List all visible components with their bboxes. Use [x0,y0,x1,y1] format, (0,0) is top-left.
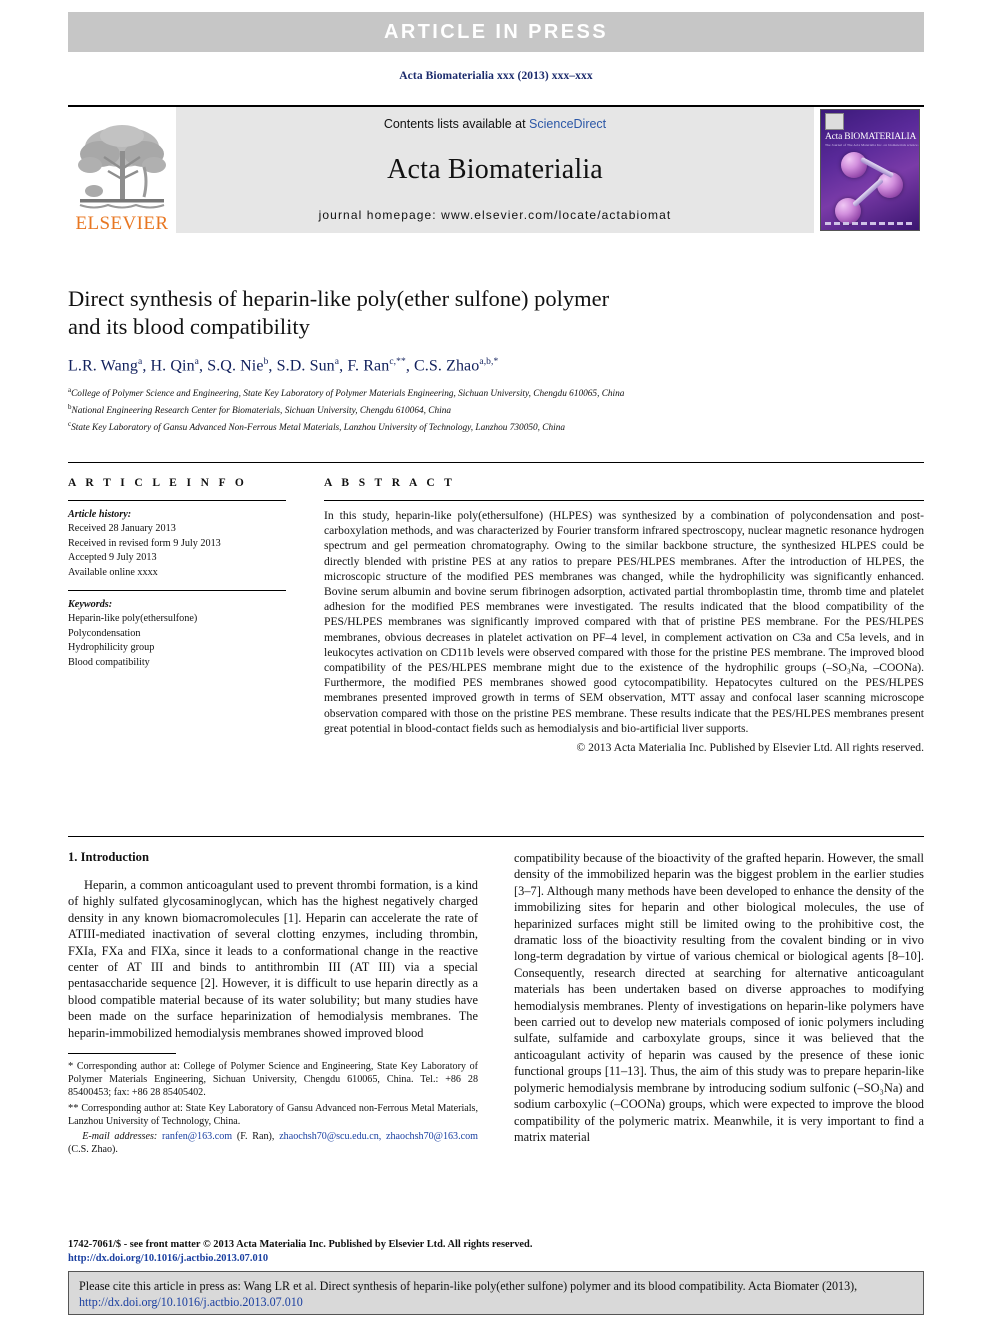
article-history-item: Received 28 January 2013 [68,523,176,535]
email-owner-1: (F. Ran), [236,1131,275,1143]
email-label: E-mail addresses: [82,1131,158,1143]
email-owner-3: (C.S. Zhao). [68,1144,118,1156]
abstract-divider [324,500,924,501]
body-column-left: 1. Introduction Heparin, a common antico… [68,850,478,1240]
keyword-item: Polycondensation [68,627,141,639]
article-history-item: Received in revised form 9 July 2013 [68,537,221,549]
author-affil-marker: a,b,* [479,357,499,367]
sciencedirect-link[interactable]: ScienceDirect [529,117,606,131]
page-title: Direct synthesis of heparin-like poly(et… [68,285,924,341]
article-info-column: A R T I C L E I N F O Article history: R… [68,477,308,755]
affiliation-text: National Engineering Research Center for… [71,406,452,417]
journal-homepage-line[interactable]: journal homepage: www.elsevier.com/locat… [319,208,672,222]
doi-link[interactable]: http://dx.doi.org/10.1016/j.actbio.2013.… [68,1252,924,1266]
cover-sphere-1 [841,152,867,178]
abstract-copyright: © 2013 Acta Materialia Inc. Published by… [576,741,924,755]
affiliation-item: aCollege of Polymer Science and Engineer… [68,384,924,401]
elsevier-logo: ELSEVIER [68,107,176,233]
introduction-heading: 1. Introduction [68,850,149,864]
email-footnote: E-mail addresses: ranfen@163.com (F. Ran… [68,1130,478,1156]
affiliation-list: aCollege of Polymer Science and Engineer… [68,384,924,434]
keyword-item: Blood compatibility [68,656,150,668]
author-sep: , [268,357,277,375]
article-info-heading: A R T I C L E I N F O [68,477,248,489]
introduction-paragraph-right: compatibility because of the bioactivity… [514,851,924,1144]
info-abstract-region: A R T I C L E I N F O Article history: R… [68,462,924,755]
affiliation-text: State Key Laboratory of Gansu Advanced N… [71,422,566,433]
article-history-item: Accepted 9 July 2013 [68,552,157,564]
cover-header: Acta BIOMATERIALIA The Journal of The Ac… [825,113,919,147]
citation-prefix: Please cite this article in press as: Wa… [79,1279,858,1293]
email-address-3[interactable]: zhaochsh70@163.com [386,1131,478,1142]
author-sep: , [142,357,151,375]
paper-title-line-1: Direct synthesis of heparin-like poly(et… [68,286,610,311]
keyword-item: Heparin-like poly(ethersulfone) [68,613,198,625]
citation-notice-text: Please cite this article in press as: Wa… [79,1278,913,1310]
keyword-item: Hydrophilicity group [68,642,155,654]
author-sep: , [199,357,208,375]
author-affil-marker: c,** [389,357,406,367]
abstract-column: A B S T R A C T In this study, heparin-l… [308,477,924,755]
corresponding-author-footnote-2: ** Corresponding author at: State Key La… [68,1102,478,1128]
affiliation-item: bNational Engineering Research Center fo… [68,401,924,418]
cover-elsevier-badge [825,113,844,130]
journal-cover-thumbnail: Acta BIOMATERIALIA The Journal of The Ac… [820,109,920,231]
abstract-heading: A B S T R A C T [324,477,456,489]
citation-doi-link[interactable]: http://dx.doi.org/10.1016/j.actbio.2013.… [79,1295,303,1309]
author-name: H. Qin [150,357,195,375]
issn-copyright-line: 1742-7061/$ - see front matter © 2013 Ac… [68,1239,533,1250]
author-name: L.R. Wang [68,357,138,375]
contents-available-line: Contents lists available at ScienceDirec… [384,117,606,131]
author-sep: , [405,357,415,375]
affiliation-item: cState Key Laboratory of Gansu Advanced … [68,418,924,435]
footnote-marker-2: ** [68,1102,79,1114]
email-address-2[interactable]: zhaochsh70@scu.edu.cn, [279,1131,381,1142]
corresponding-author-footnote-1: * Corresponding author at: College of Po… [68,1060,478,1100]
elsevier-tree-icon [78,125,166,209]
article-info-divider [68,500,286,501]
article-history-item: Available online xxxx [68,566,158,578]
footnote-text-2: Corresponding author at: State Key Labor… [68,1102,478,1127]
keywords-label: Keywords: [68,599,113,611]
title-block: Direct synthesis of heparin-like poly(et… [68,285,924,434]
author-name: S.Q. Nie [207,357,264,375]
author-list: L.R. Wanga, H. Qina, S.Q. Nieb, S.D. Sun… [68,357,924,375]
elsevier-wordmark: ELSEVIER [75,213,169,234]
keywords-divider [68,590,286,592]
email-address-1[interactable]: ranfen@163.com [162,1131,232,1142]
journal-title: Acta Biomaterialia [387,153,603,185]
article-in-press-label: ARTICLE IN PRESS [384,20,608,43]
affiliation-text: College of Polymer Science and Engineeri… [71,389,625,400]
contents-prefix: Contents lists available at [383,117,530,131]
cover-subtitle: The Journal of The Acta Materialia Inc. … [825,143,919,147]
masthead-center: Contents lists available at ScienceDirec… [176,107,814,233]
publisher-footer: 1742-7061/$ - see front matter © 2013 Ac… [68,1238,924,1265]
footnote-separator [68,1053,176,1055]
article-page: ARTICLE IN PRESS Acta Biomaterialia xxx … [0,0,992,1323]
abstract-body: In this study, heparin-like poly(ethersu… [324,509,924,735]
body-column-right: compatibility because of the bioactivity… [514,850,924,1240]
journal-reference-line: Acta Biomaterialia xxx (2013) xxx–xxx [399,70,593,82]
author-name: C.S. Zhao [414,357,480,375]
article-history-label: Article history: [68,509,132,520]
citation-notice-box: Please cite this article in press as: Wa… [68,1271,924,1315]
author-name: S.D. Sun [276,357,335,375]
introduction-paragraph-left: Heparin, a common anticoagulant used to … [68,878,478,1040]
author-name: F. Ran [347,357,390,375]
cover-title: Acta BIOMATERIALIA [825,132,917,142]
abstract-bottom-rule [68,836,924,837]
body-columns: 1. Introduction Heparin, a common antico… [68,850,924,1240]
article-in-press-banner: ARTICLE IN PRESS [68,12,924,52]
footnote-marker-1: * [68,1061,74,1073]
paper-title-line-2: and its blood compatibility [68,314,310,339]
footnote-text-1: Corresponding author at: College of Poly… [68,1061,478,1099]
cover-footer-strip [825,222,915,225]
journal-masthead: ELSEVIER Contents lists available at Sci… [68,105,924,233]
